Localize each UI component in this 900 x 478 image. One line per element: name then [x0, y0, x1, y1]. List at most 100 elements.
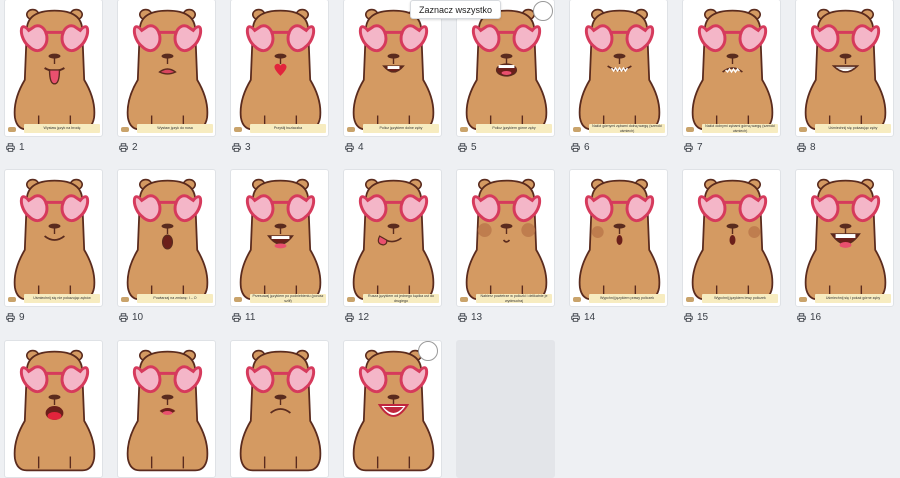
print-page-15[interactable]: 15	[684, 310, 708, 324]
exercise-caption: Wystaw język do nosa	[137, 124, 213, 133]
page-number: 13	[471, 311, 483, 323]
cookie-badge-icon	[418, 341, 438, 361]
brand-logo	[686, 297, 694, 302]
page-number: 11	[245, 311, 256, 323]
print-page-13[interactable]: 13	[458, 310, 482, 324]
brand-logo	[234, 297, 242, 302]
page-card[interactable]: Powtarzaj na zmianę: I – O	[117, 169, 216, 307]
brand-logo	[460, 297, 468, 302]
printer-icon	[571, 312, 580, 322]
capybara-illustration	[13, 178, 96, 301]
print-page-3[interactable]: 3	[232, 140, 251, 154]
print-page-11[interactable]: 11	[232, 310, 255, 324]
page-card[interactable]: Nałóż dolnymi zębami górną wargę (szerok…	[682, 0, 781, 137]
exercise-caption: Rusza językiem od jednego kącika ust do …	[363, 294, 439, 303]
capybara-illustration	[126, 349, 209, 472]
page-card[interactable]: Policz językiem dolne zęby	[343, 0, 442, 137]
page-card[interactable]: Wypchnij językiem prawy policzek	[569, 169, 668, 307]
capybara-illustration	[239, 349, 322, 472]
page-number: 3	[245, 141, 251, 153]
page-number: 12	[358, 311, 370, 323]
exercise-caption: Policz językiem górne zęby	[476, 124, 552, 133]
page-card[interactable]: Nabierz powietrze w policzki i delikatni…	[456, 169, 555, 307]
brand-logo	[573, 297, 581, 302]
page-card[interactable]: Uśmiechnij się i pokaż górne zęby	[795, 169, 894, 307]
page-card[interactable]: Przyślij buziaczka	[230, 0, 329, 137]
printer-icon	[345, 142, 354, 152]
brand-logo	[347, 127, 355, 132]
printer-icon	[232, 312, 241, 322]
exercise-caption: Uśmiechnij się i pokaż górne zęby	[815, 294, 891, 303]
exercise-caption: Wystaw język na brodę	[24, 124, 100, 133]
print-page-12[interactable]: 12	[345, 310, 369, 324]
page-number: 14	[584, 311, 596, 323]
capybara-illustration	[691, 8, 774, 131]
page-card[interactable]: Nałóż górnymi zębami dolną wargę (szerok…	[569, 0, 668, 137]
printer-icon	[119, 312, 128, 322]
exercise-caption: Powtarzaj na zmianę: I – O	[137, 294, 213, 303]
printer-icon	[458, 142, 467, 152]
page-number: 7	[697, 141, 703, 153]
select-all-tooltip: Zaznacz wszystko	[410, 0, 502, 19]
page-card[interactable]	[117, 340, 216, 478]
page-number: 2	[132, 141, 138, 153]
print-page-9[interactable]: 9	[6, 310, 25, 324]
brand-logo	[121, 297, 129, 302]
print-page-14[interactable]: 14	[571, 310, 595, 324]
page-number: 9	[19, 311, 25, 323]
page-card[interactable]: Uśmiechnij się nie pokazując zębów	[4, 169, 103, 307]
printer-icon	[797, 142, 806, 152]
page-number: 6	[584, 141, 590, 153]
exercise-caption: Wypchnij językiem prawy policzek	[589, 294, 665, 303]
page-card[interactable]: Uśmiechnij się pokazując zęby	[795, 0, 894, 137]
printer-icon	[684, 142, 693, 152]
page-card[interactable]: Wystaw język do nosa	[117, 0, 216, 137]
page-card[interactable]: Przesuwaj językiem po podniebieniu (poru…	[230, 169, 329, 307]
capybara-illustration	[465, 178, 548, 301]
exercise-caption: Wypchnij językiem lewy policzek	[702, 294, 778, 303]
print-page-10[interactable]: 10	[119, 310, 143, 324]
empty-page-placeholder[interactable]	[456, 340, 555, 478]
capybara-illustration	[126, 178, 209, 301]
capybara-illustration	[578, 8, 661, 131]
exercise-caption: Uśmiechnij się pokazując zęby	[815, 124, 891, 133]
capybara-illustration	[239, 178, 322, 301]
page-card[interactable]	[230, 340, 329, 478]
page-card[interactable]: Wypchnij językiem lewy policzek	[682, 169, 781, 307]
print-page-5[interactable]: 5	[458, 140, 477, 154]
capybara-illustration	[352, 8, 435, 131]
brand-logo	[8, 127, 16, 132]
brand-logo	[8, 297, 16, 302]
exercise-caption: Policz językiem dolne zęby	[363, 124, 439, 133]
print-page-6[interactable]: 6	[571, 140, 590, 154]
exercise-caption: Nałóż dolnymi zębami górną wargę (szerok…	[702, 124, 778, 133]
capybara-illustration	[804, 178, 887, 301]
page-card[interactable]: Wystaw język na brodę	[4, 0, 103, 137]
printer-icon	[797, 312, 806, 322]
print-page-1[interactable]: 1	[6, 140, 25, 154]
printer-icon	[345, 312, 354, 322]
print-page-7[interactable]: 7	[684, 140, 703, 154]
brand-logo	[460, 127, 468, 132]
page-number: 8	[810, 141, 816, 153]
brand-logo	[573, 127, 581, 132]
page-number: 4	[358, 141, 364, 153]
capybara-illustration	[239, 8, 322, 131]
printer-icon	[232, 142, 241, 152]
capybara-illustration	[126, 8, 209, 131]
page-card[interactable]	[4, 340, 103, 478]
print-page-2[interactable]: 2	[119, 140, 138, 154]
capybara-illustration	[352, 349, 435, 472]
capybara-illustration	[804, 8, 887, 131]
print-page-16[interactable]: 16	[797, 310, 821, 324]
page-card[interactable]: Rusza językiem od jednego kącika ust do …	[343, 169, 442, 307]
print-page-4[interactable]: 4	[345, 140, 364, 154]
printer-icon	[458, 312, 467, 322]
page-number: 10	[132, 311, 144, 323]
print-page-8[interactable]: 8	[797, 140, 816, 154]
exercise-caption: Przesuwaj językiem po podniebieniu (poru…	[250, 294, 326, 303]
capybara-illustration	[13, 349, 96, 472]
sticker-badge-icon	[533, 1, 553, 21]
capybara-illustration	[578, 178, 661, 301]
capybara-illustration	[352, 178, 435, 301]
